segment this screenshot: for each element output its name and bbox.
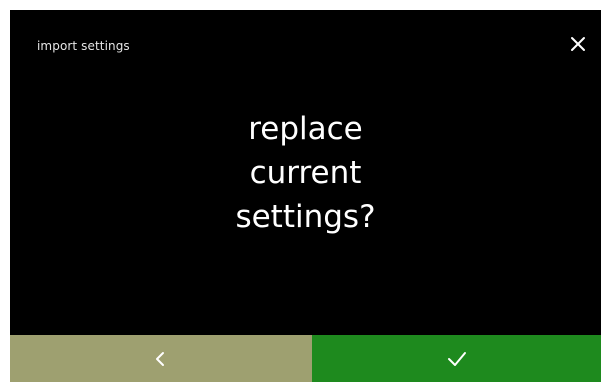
- confirm-button[interactable]: [312, 335, 601, 382]
- message-line-1: replace: [248, 111, 363, 147]
- chevron-left-icon: [156, 351, 164, 366]
- close-icon: [571, 37, 585, 51]
- close-button[interactable]: [566, 32, 590, 56]
- checkmark-icon: [447, 351, 466, 366]
- page-title: import settings: [37, 39, 130, 53]
- message-line-2: current: [249, 155, 362, 191]
- back-button[interactable]: [10, 335, 312, 382]
- message-line-3: settings?: [235, 199, 376, 235]
- confirmation-message: replace current settings?: [10, 107, 601, 239]
- dialog-screen: import settings replace current settings…: [10, 10, 601, 382]
